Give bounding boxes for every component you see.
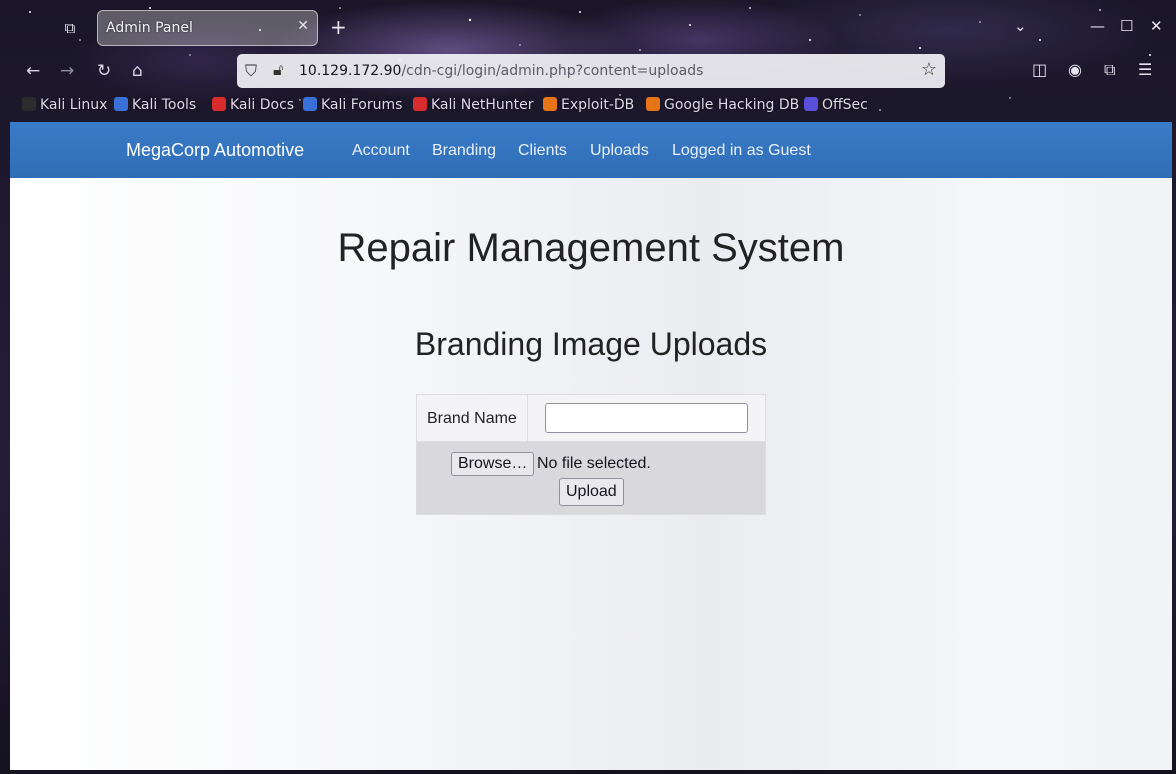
bookmark-label: Exploit-DB	[561, 97, 635, 113]
tab-title: Admin Panel	[106, 20, 193, 36]
bookmark-kali-docs[interactable]: Kali Docs	[212, 97, 294, 113]
bookmark-label: Kali NetHunter	[431, 97, 534, 113]
bookmark-kali-nethunter[interactable]: Kali NetHunter	[413, 97, 533, 113]
tab-overview-icon[interactable]: ⧉	[60, 18, 80, 38]
brand-name-row: Brand Name	[417, 395, 765, 442]
google-hacking-db-icon	[646, 97, 660, 111]
bookmark-label: Kali Tools	[132, 97, 197, 113]
pocket-icon[interactable]: ◫	[1032, 60, 1047, 80]
insecure-lock-icon[interactable]: 🔓︎	[273, 60, 283, 80]
browse-button[interactable]: Browse…	[451, 452, 535, 476]
reload-icon[interactable]: ↻	[97, 61, 111, 81]
bookmark-kali-tools[interactable]: Kali Tools	[114, 97, 196, 113]
bookmark-exploit-db[interactable]: Exploit-DB	[543, 97, 634, 113]
exploit-db-icon	[543, 97, 557, 111]
page-title: Repair Management System	[337, 226, 845, 270]
new-tab-button[interactable]: +	[330, 17, 347, 37]
brand-name-label: Brand Name	[427, 410, 517, 427]
tab-admin-panel[interactable]: Admin Panel ✕	[97, 10, 318, 46]
page-content: MegaCorp Automotive Account Branding Cli…	[10, 122, 1172, 770]
nav-uploads[interactable]: Uploads	[590, 142, 649, 160]
bookmark-star-icon[interactable]: ☆	[921, 59, 937, 80]
nav-account[interactable]: Account	[352, 142, 410, 160]
kali-docs-icon	[212, 97, 226, 111]
upload-form: Brand Name Browse… No file selected. Upl…	[416, 394, 766, 515]
bookmark-google-hacking-db[interactable]: Google Hacking DB	[646, 97, 799, 113]
offsec-icon	[804, 97, 818, 111]
back-icon[interactable]: ←	[26, 61, 40, 81]
tracking-protection-icon[interactable]: ⛉	[245, 61, 257, 81]
file-upload-row: Browse… No file selected. Upload	[417, 442, 765, 514]
kali-forums-icon	[303, 97, 317, 111]
bookmark-label: Kali Forums	[321, 97, 403, 113]
nav-clients[interactable]: Clients	[518, 142, 567, 160]
file-status-text: No file selected.	[537, 455, 651, 472]
bookmark-offsec[interactable]: OffSec	[804, 97, 868, 113]
site-navbar: MegaCorp Automotive Account Branding Cli…	[10, 122, 1172, 178]
nav-logged-in-user[interactable]: Logged in as Guest	[672, 142, 811, 160]
brand-name-input[interactable]	[545, 403, 748, 433]
close-tab-icon[interactable]: ✕	[297, 18, 309, 34]
bookmark-label: Google Hacking DB	[664, 97, 800, 113]
menu-icon[interactable]: ☰	[1138, 60, 1152, 80]
kali-tools-icon	[114, 97, 128, 111]
browser-window: ⧉ Admin Panel ✕ + ⌄ — ☐ ✕ ← → ↻ ⌂ ⛉ 🔓︎ 1…	[10, 0, 1172, 770]
home-icon[interactable]: ⌂	[132, 61, 143, 81]
bookmark-kali-linux[interactable]: Kali Linux	[22, 97, 107, 113]
maximize-icon[interactable]: ☐	[1120, 16, 1133, 36]
kali-nethunter-icon	[413, 97, 427, 111]
cell-divider	[527, 395, 528, 442]
nav-branding[interactable]: Branding	[432, 142, 496, 160]
address-bar[interactable]: ⛉ 🔓︎ 10.129.172.90/cdn-cgi/login/admin.p…	[237, 54, 945, 88]
bookmarks-toolbar: Kali Linux Kali Tools Kali Docs Kali For…	[10, 92, 1172, 120]
close-window-icon[interactable]: ✕	[1150, 16, 1163, 36]
url-text[interactable]: 10.129.172.90/cdn-cgi/login/admin.php?co…	[299, 63, 703, 79]
url-host: 10.129.172.90	[299, 63, 402, 79]
site-brand[interactable]: MegaCorp Automotive	[126, 140, 304, 161]
bookmark-label: Kali Docs	[230, 97, 295, 113]
section-title: Branding Image Uploads	[414, 326, 768, 362]
navigation-toolbar: ← → ↻ ⌂ ⛉ 🔓︎ 10.129.172.90/cdn-cgi/login…	[10, 52, 1172, 90]
bookmark-label: Kali Linux	[40, 97, 108, 113]
extensions-icon[interactable]: ⧉	[1104, 60, 1115, 80]
tab-strip: ⧉ Admin Panel ✕ + ⌄ — ☐ ✕	[10, 0, 1172, 52]
minimize-icon[interactable]: —	[1090, 16, 1105, 36]
upload-button[interactable]: Upload	[559, 478, 624, 506]
kali-linux-icon	[22, 97, 36, 111]
bookmark-kali-forums[interactable]: Kali Forums	[303, 97, 402, 113]
forward-icon[interactable]: →	[60, 61, 74, 81]
url-path: /cdn-cgi/login/admin.php?content=uploads	[401, 63, 704, 79]
bookmark-label: OffSec	[822, 97, 868, 113]
tab-list-icon[interactable]: ⌄	[1014, 16, 1027, 36]
account-icon[interactable]: ◉	[1068, 60, 1082, 80]
